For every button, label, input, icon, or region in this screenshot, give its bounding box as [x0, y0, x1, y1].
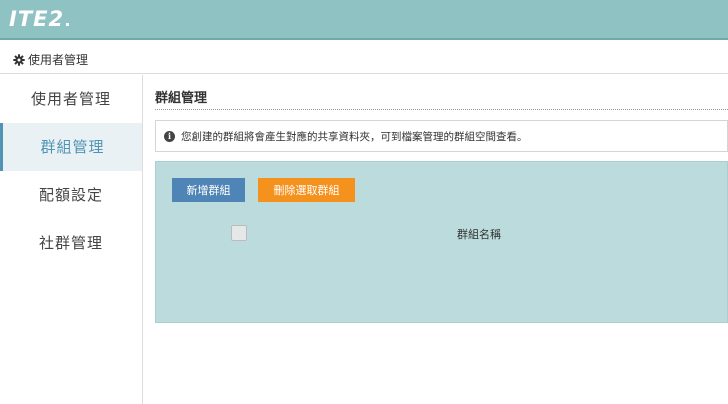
delete-selected-groups-button[interactable]: 刪除選取群組 — [258, 178, 355, 202]
sidebar-item-quota[interactable]: 配額設定 — [0, 171, 142, 219]
gear-icon — [13, 53, 25, 66]
select-all-checkbox[interactable] — [231, 225, 247, 241]
add-group-button[interactable]: 新增群組 — [172, 178, 245, 202]
breadcrumb-bar: 使用者管理 — [0, 42, 728, 74]
main-content: 群組管理 i 您創建的群組將會產生對應的共享資料夾，可到檔案管理的群組空間查看。… — [144, 75, 728, 404]
breadcrumb: 使用者管理 — [13, 51, 88, 68]
title-divider — [155, 109, 728, 110]
sidebar-item-groups[interactable]: 群組管理 — [0, 123, 142, 171]
info-text: 您創建的群組將會產生對應的共享資料夾，可到檔案管理的群組空間查看。 — [181, 130, 528, 143]
info-icon: i — [164, 130, 175, 142]
sidebar-item-users[interactable]: 使用者管理 — [0, 75, 142, 123]
info-notice: i 您創建的群組將會產生對應的共享資料夾，可到檔案管理的群組空間查看。 — [155, 120, 728, 152]
group-table-panel: 新增群組 刪除選取群組 群組名稱 — [155, 161, 728, 323]
page-title: 群組管理 — [155, 91, 208, 106]
top-header: ITE2 — [0, 0, 728, 40]
sidebar-item-community[interactable]: 社群管理 — [0, 219, 142, 267]
breadcrumb-label: 使用者管理 — [28, 53, 89, 67]
app-logo[interactable]: ITE2 — [9, 6, 70, 32]
column-header-group-name: 群組名稱 — [457, 228, 501, 241]
sidebar: 使用者管理 群組管理 配額設定 社群管理 — [0, 75, 143, 404]
